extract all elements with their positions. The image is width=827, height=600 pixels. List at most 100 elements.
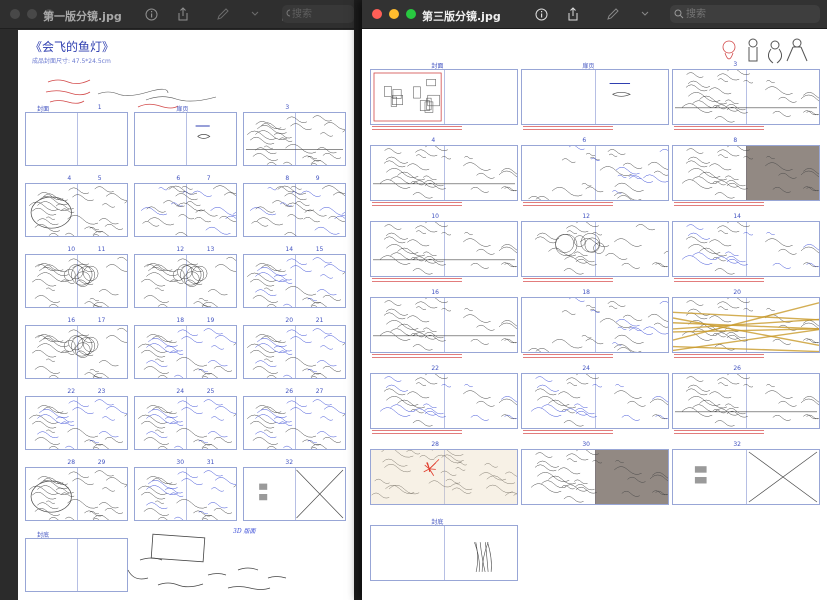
- share-icon[interactable]: [564, 5, 582, 23]
- storyboard-page-v3: 封面 扉页 3 4 6 8 10 12 14 16 18 20 22 24 26 28 30 32 封底: [362, 29, 827, 600]
- close-button[interactable]: [10, 9, 20, 19]
- search-input[interactable]: [684, 7, 748, 21]
- page-number: 27: [315, 388, 324, 395]
- storyboard-thumbnail: [370, 449, 518, 505]
- minimize-button[interactable]: [27, 9, 37, 19]
- caption-lines: [372, 354, 462, 360]
- page-number: 15: [315, 246, 324, 253]
- storyboard-thumbnail: [243, 183, 346, 237]
- storyboard-thumbnail: [25, 467, 128, 521]
- window-title: 第三版分镜.jpg: [422, 10, 501, 23]
- caption-lines: [674, 278, 764, 284]
- page-number: 23: [97, 388, 106, 395]
- page-number: 32: [733, 441, 741, 448]
- storyboard-thumbnail: [134, 467, 237, 521]
- character-sketches: [722, 38, 808, 64]
- page-number: 19: [206, 317, 215, 324]
- storyboard-thumbnail: [134, 112, 237, 166]
- page-number: 18: [176, 317, 185, 324]
- page-title: 《会飞的鱼灯》: [30, 40, 115, 54]
- storyboard-thumbnail: [672, 373, 820, 429]
- caption-lines: [674, 202, 764, 208]
- page-number: 6: [582, 137, 587, 144]
- page-number: 6: [176, 175, 181, 182]
- page-number: 29: [97, 459, 106, 466]
- titlebar-right[interactable]: 第三版分镜.jpg: [362, 0, 827, 29]
- storyboard-thumbnail: [134, 183, 237, 237]
- page-number: 31: [206, 459, 215, 466]
- page-number: 7: [206, 175, 211, 182]
- search-field[interactable]: [282, 5, 354, 23]
- page-number: 5: [97, 175, 102, 182]
- window-right[interactable]: 第三版分镜.jpg 封面 扉页 3 4 6 8 10 12 14 16 18 20 22 24 26 28 30…: [362, 0, 827, 600]
- caption-lines: [674, 126, 764, 132]
- zoom-button[interactable]: [406, 9, 416, 19]
- page-number: 30: [582, 441, 590, 448]
- search-icon: [674, 9, 684, 19]
- storyboard-thumbnail: [370, 525, 518, 581]
- page-number: 17: [97, 317, 106, 324]
- page-number: 22: [67, 388, 76, 395]
- page-number: 26: [285, 388, 294, 395]
- page-number: 9: [315, 175, 320, 182]
- window-left[interactable]: 第一版分镜.jpg 《会飞的鱼灯》 成品封面尺寸: 47.5*24.5cm 1封…: [0, 0, 354, 600]
- info-icon[interactable]: [142, 5, 160, 23]
- page-number: 3: [733, 61, 738, 68]
- caption-lines: [674, 430, 764, 436]
- page-number: 12: [176, 246, 185, 253]
- markup-pen-icon[interactable]: [214, 5, 232, 23]
- search-field[interactable]: [670, 5, 820, 23]
- page-number: 30: [176, 459, 185, 466]
- caption-lines: [523, 202, 613, 208]
- storyboard-thumbnail: [243, 112, 346, 166]
- page-number: 10: [67, 246, 76, 253]
- page-number: 14: [285, 246, 294, 253]
- page-number: 4: [431, 137, 436, 144]
- chevron-down-icon[interactable]: [246, 5, 264, 23]
- search-input[interactable]: [290, 7, 354, 21]
- caption-lines: [372, 278, 462, 284]
- storyboard-thumbnail: [370, 69, 518, 125]
- page-number: 8: [733, 137, 738, 144]
- page-number: 32: [285, 459, 294, 466]
- close-button[interactable]: [372, 9, 382, 19]
- caption-lines: [372, 202, 462, 208]
- caption-lines: [372, 430, 462, 436]
- storyboard-thumbnail: [672, 297, 820, 353]
- page-number: 16: [431, 289, 439, 296]
- info-icon[interactable]: [532, 5, 550, 23]
- caption-lines: [523, 354, 613, 360]
- storyboard-thumbnail: [672, 449, 820, 505]
- storyboard-thumbnail: [25, 325, 128, 379]
- share-icon[interactable]: [174, 5, 192, 23]
- page-number: 24: [176, 388, 185, 395]
- storyboard-thumbnail: [521, 69, 669, 125]
- storyboard-thumbnail: [25, 183, 128, 237]
- page-number: 8: [285, 175, 290, 182]
- storyboard-thumbnail: [134, 254, 237, 308]
- storyboard-thumbnail: [134, 325, 237, 379]
- storyboard-thumbnail: [521, 145, 669, 201]
- storyboard-thumbnail: [672, 221, 820, 277]
- storyboard-thumbnail: [521, 297, 669, 353]
- caption-lines: [674, 354, 764, 360]
- page-number: 12: [582, 213, 590, 220]
- page-number: 10: [431, 213, 439, 220]
- markup-pen-icon[interactable]: [604, 5, 622, 23]
- chevron-down-icon[interactable]: [636, 5, 654, 23]
- page-number: 26: [733, 365, 741, 372]
- minimize-button[interactable]: [389, 9, 399, 19]
- thumbnail-label: 封底: [37, 532, 50, 539]
- page-number: 20: [733, 289, 741, 296]
- titlebar-left[interactable]: 第一版分镜.jpg: [0, 0, 354, 29]
- page-number: 14: [733, 213, 741, 220]
- page-number: 扉页: [582, 63, 595, 70]
- storyboard-page-v1: 《会飞的鱼灯》 成品封面尺寸: 47.5*24.5cm 1 封面 扉页 3 4 5 6 7 8 9…: [18, 30, 354, 600]
- storyboard-thumbnail: [370, 221, 518, 277]
- storyboard-thumbnail: [521, 373, 669, 429]
- page-number: 13: [206, 246, 215, 253]
- page-number: 21: [315, 317, 324, 324]
- storyboard-thumbnail: [25, 538, 128, 592]
- page-number: 4: [67, 175, 72, 182]
- page-number: 封底: [431, 519, 444, 526]
